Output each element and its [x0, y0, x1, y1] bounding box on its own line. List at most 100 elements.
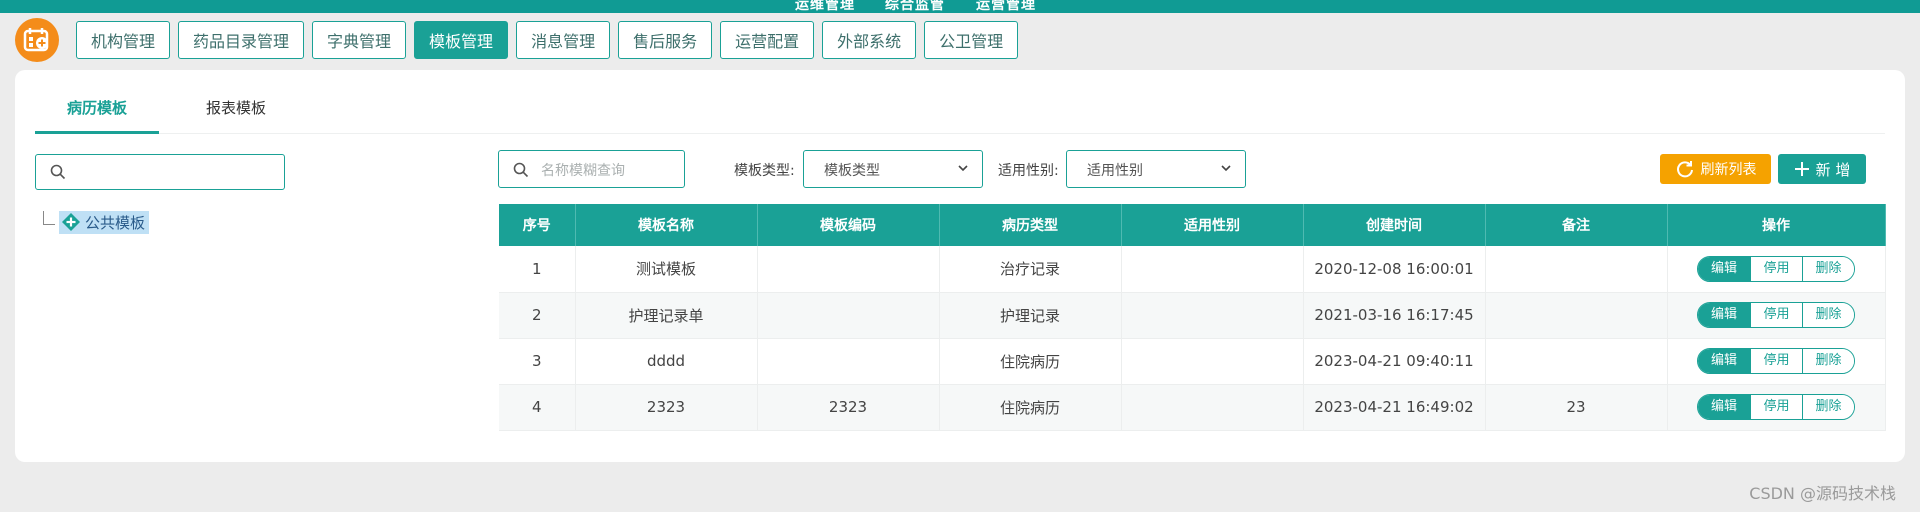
cell-record-type: 治疗记录 [939, 246, 1122, 293]
template-type-label: 模板类型: [734, 163, 795, 179]
delete-button[interactable]: 删除 [1802, 256, 1854, 281]
submenu-operation-config[interactable]: 运营配置 [720, 21, 815, 59]
tree-node-text: 公共模板 [85, 213, 146, 232]
name-search-input[interactable]: 名称模糊查询 [498, 150, 685, 188]
refresh-icon [1676, 161, 1693, 178]
refresh-list-button[interactable]: 刷新列表 [1660, 154, 1771, 184]
template-type-select[interactable]: 模板类型 [803, 150, 983, 188]
disable-button[interactable]: 停用 [1750, 303, 1802, 327]
chevron-down-icon [958, 165, 968, 172]
top-nav-strip: 运维管理 综合监管 运营管理 [0, 0, 1920, 13]
gender-select[interactable]: 适用性别 [1066, 150, 1246, 188]
column-header: 操作 [1667, 204, 1886, 246]
template-table: 序号 模板名称 模板编码 病历类型 适用性别 创建时间 备注 操作 1 测试模板… [499, 204, 1886, 431]
submenu-drug-catalog[interactable]: 药品目录管理 [178, 21, 305, 59]
cell-name: dddd [575, 338, 758, 385]
cell-gender [1121, 384, 1304, 431]
cell-gender [1121, 246, 1304, 293]
table-row: 4 2323 2323 住院病历 2023-04-21 16:49:02 23 … [499, 384, 1886, 431]
table-row: 2 护理记录单 护理记录 2021-03-16 16:17:45 编辑 停用 删… [499, 292, 1886, 339]
submenu-dictionary[interactable]: 字典管理 [312, 21, 407, 59]
refresh-list-label: 刷新列表 [1700, 162, 1757, 178]
table-row: 3 dddd 住院病历 2023-04-21 09:40:11 编辑 停用 删除 [499, 338, 1886, 385]
plus-icon [1794, 162, 1809, 176]
add-label: 新 增 [1815, 160, 1851, 179]
top-nav-item[interactable]: 运维管理 [795, 0, 855, 14]
main-card: 病历模板 报表模板 公共模板 名称模糊查询 模板类型: 模板类型 适用性别: 适… [15, 70, 1905, 462]
cell-remark: 23 [1485, 384, 1668, 431]
gender-label: 适用性别: [998, 163, 1059, 179]
cell-name: 2323 [575, 384, 758, 431]
cell-created: 2021-03-16 16:17:45 [1303, 292, 1486, 339]
cell-gender [1121, 292, 1304, 339]
column-header: 备注 [1485, 204, 1668, 246]
submenu-public-health[interactable]: 公卫管理 [924, 21, 1019, 59]
submenu-org[interactable]: 机构管理 [76, 21, 171, 59]
submenu-message[interactable]: 消息管理 [516, 21, 611, 59]
submenu-template[interactable]: 模板管理 [414, 21, 509, 59]
tree-search-input[interactable] [35, 154, 285, 190]
cell-actions: 编辑 停用 删除 [1667, 384, 1886, 431]
search-icon [513, 162, 529, 178]
add-button[interactable]: 新 增 [1778, 154, 1866, 184]
cell-remark [1485, 338, 1668, 385]
edit-button[interactable]: 编辑 [1698, 256, 1750, 281]
cell-name: 护理记录单 [575, 292, 758, 339]
cell-record-type: 护理记录 [939, 292, 1122, 339]
name-search-placeholder: 名称模糊查询 [541, 163, 625, 179]
template-type-value: 模板类型 [824, 163, 880, 179]
tab-medical-record-template[interactable]: 病历模板 [67, 90, 127, 134]
cell-actions: 编辑 停用 删除 [1667, 246, 1886, 293]
app-logo [15, 18, 59, 62]
cell-remark [1485, 292, 1668, 339]
calendar-plus-icon [23, 28, 49, 52]
cell-created: 2023-04-21 09:40:11 [1303, 338, 1486, 385]
edit-button[interactable]: 编辑 [1698, 303, 1750, 327]
cell-actions: 编辑 停用 删除 [1667, 338, 1886, 385]
column-header: 模板编码 [757, 204, 940, 246]
sub-menu: 机构管理 药品目录管理 字典管理 模板管理 消息管理 售后服务 运营配置 外部系… [76, 21, 1019, 59]
cell-index: 2 [499, 292, 576, 339]
submenu-after-sales[interactable]: 售后服务 [618, 21, 713, 59]
active-tab-indicator [35, 131, 159, 134]
cell-code [757, 338, 940, 385]
delete-button[interactable]: 删除 [1802, 349, 1854, 373]
cell-gender [1121, 338, 1304, 385]
submenu-external-system[interactable]: 外部系统 [822, 21, 917, 59]
cell-actions: 编辑 停用 删除 [1667, 292, 1886, 339]
search-icon [50, 164, 66, 180]
top-nav-item[interactable]: 综合监管 [885, 0, 945, 14]
disable-button[interactable]: 停用 [1750, 395, 1802, 419]
cell-code: 2323 [757, 384, 940, 431]
tree-node-label-wrap[interactable]: 公共模板 [59, 210, 150, 234]
column-header: 适用性别 [1121, 204, 1304, 246]
column-header: 模板名称 [575, 204, 758, 246]
disable-button[interactable]: 停用 [1750, 256, 1802, 281]
cell-record-type: 住院病历 [939, 338, 1122, 385]
cell-created: 2023-04-21 16:49:02 [1303, 384, 1486, 431]
cell-index: 4 [499, 384, 576, 431]
top-nav-item[interactable]: 运营管理 [976, 0, 1036, 14]
delete-button[interactable]: 删除 [1802, 303, 1854, 327]
cell-record-type: 住院病历 [939, 384, 1122, 431]
tree-node-public[interactable]: 公共模板 [43, 210, 150, 234]
tab-bar: 病历模板 报表模板 [35, 90, 1885, 134]
cell-code [757, 292, 940, 339]
cell-code [757, 246, 940, 293]
delete-button[interactable]: 删除 [1802, 395, 1854, 419]
disable-button[interactable]: 停用 [1750, 349, 1802, 373]
column-header: 序号 [499, 204, 576, 246]
edit-button[interactable]: 编辑 [1698, 349, 1750, 373]
edit-button[interactable]: 编辑 [1698, 395, 1750, 419]
add-node-icon [62, 213, 80, 231]
table-row: 1 测试模板 治疗记录 2020-12-08 16:00:01 编辑 停用 删除 [499, 246, 1886, 293]
tab-report-template[interactable]: 报表模板 [206, 90, 266, 134]
column-header: 病历类型 [939, 204, 1122, 246]
column-header: 创建时间 [1303, 204, 1486, 246]
table-header-row: 序号 模板名称 模板编码 病历类型 适用性别 创建时间 备注 操作 [499, 204, 1886, 246]
cell-remark [1485, 246, 1668, 293]
chevron-down-icon [1221, 165, 1231, 172]
cell-created: 2020-12-08 16:00:01 [1303, 246, 1486, 293]
cell-index: 1 [499, 246, 576, 293]
tree-connector [43, 211, 55, 225]
